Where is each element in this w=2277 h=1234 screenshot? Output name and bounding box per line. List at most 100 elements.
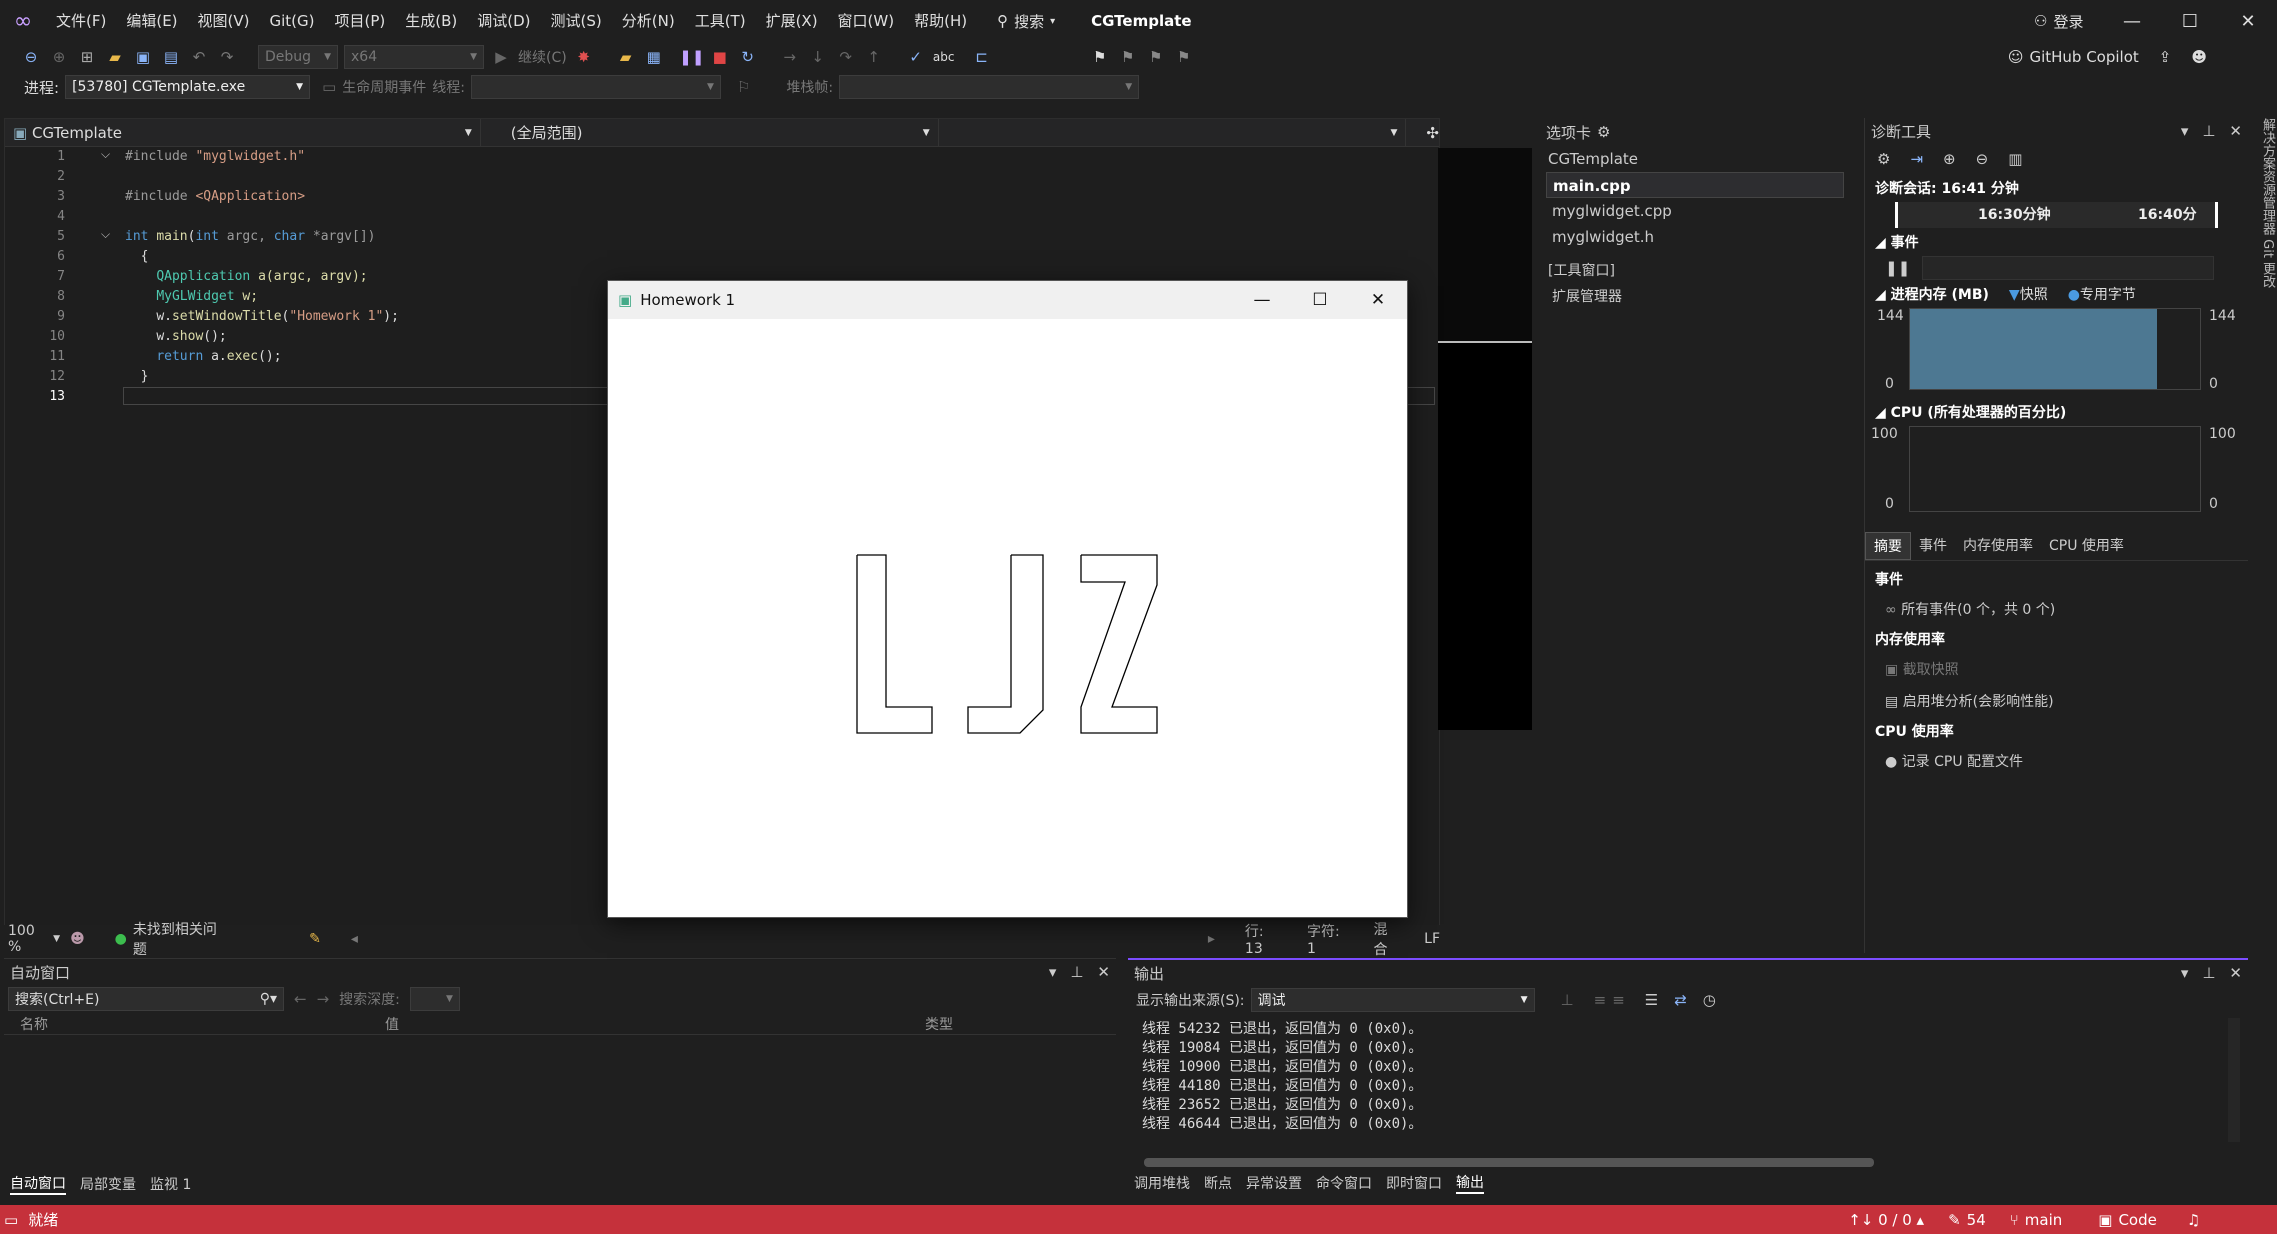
menu-view[interactable]: 视图(V) (188, 0, 260, 42)
show-next-statement-icon[interactable]: → (779, 46, 801, 68)
settings-icon[interactable]: ⚙ (1877, 150, 1890, 168)
col-name[interactable]: 名称 (20, 1014, 385, 1034)
open-folder-icon[interactable]: ▰ (104, 46, 126, 68)
back-icon[interactable]: ⊖ (20, 46, 42, 68)
tab-events[interactable]: 事件 (1911, 532, 1955, 560)
process-dropdown[interactable]: [53780] CGTemplate.exe ▼ (65, 75, 311, 99)
bookmark-icon[interactable]: ⚑ (1089, 46, 1111, 68)
feedback-icon[interactable]: ☻ (2191, 48, 2207, 66)
record-cpu-button[interactable]: ● 记录 CPU 配置文件 (1865, 745, 2248, 777)
pause-icon[interactable]: ❚❚ (1885, 259, 1910, 277)
gear-icon[interactable]: ⚙ (1597, 123, 1610, 141)
prev-message-icon[interactable]: ≡ (1594, 991, 1607, 1009)
tab-autos[interactable]: 自动窗口 (10, 1173, 66, 1195)
menu-window[interactable]: 窗口(W) (828, 0, 905, 42)
search-button[interactable]: ⚲ 搜索 ▾ (985, 11, 1067, 32)
menu-test[interactable]: 测试(S) (541, 0, 612, 42)
close-icon[interactable]: ✕ (2229, 964, 2242, 982)
tab-cpu[interactable]: CPU 使用率 (2041, 532, 2132, 560)
open-file-myglwidget-h[interactable]: myglwidget.h (1538, 224, 1852, 250)
share-icon[interactable]: ⇪ (2159, 48, 2172, 66)
spell-check-icon[interactable]: abc (933, 46, 955, 68)
hot-reload-icon[interactable]: ✸ (573, 46, 595, 68)
zoom-level[interactable]: 100 % (8, 923, 47, 955)
pin-icon[interactable]: ⊥ (1070, 963, 1083, 981)
step-out-icon[interactable]: ↑ (863, 46, 885, 68)
next-message-icon[interactable]: ≡ (1612, 991, 1625, 1009)
step-into-icon[interactable]: ↓ (807, 46, 829, 68)
fold-toggle-icon[interactable]: ⌵ (101, 227, 110, 242)
restart-icon[interactable]: ↻ (737, 46, 759, 68)
flag-icon[interactable]: ⚐ (737, 78, 750, 96)
redo-icon[interactable]: ↷ (216, 46, 238, 68)
copilot-small-icon[interactable]: ☻ (70, 931, 85, 947)
tab-summary[interactable]: 摘要 (1865, 532, 1911, 560)
folder-icon[interactable]: ▰ (615, 46, 637, 68)
timestamp-icon[interactable]: ◷ (1703, 991, 1716, 1009)
close-icon[interactable]: ✕ (2229, 122, 2242, 140)
project-node[interactable]: CGTemplate (1538, 146, 1852, 172)
homework-app-window[interactable]: ▣ Homework 1 — ☐ ✕ (607, 280, 1408, 918)
chevron-left-icon[interactable]: ◂ (351, 931, 358, 947)
side-tool-strip[interactable]: 解决方案资源管理器 Git 更改 (2252, 118, 2277, 318)
split-editor-icon[interactable]: ✣ (1426, 124, 1439, 142)
layout-icon[interactable]: ▦ (643, 46, 665, 68)
global-scope-dropdown[interactable]: (全局范围) ▼ (481, 118, 939, 147)
qt-title-bar[interactable]: ▣ Homework 1 — ☐ ✕ (608, 281, 1407, 319)
take-snapshot-button[interactable]: ▣ 截取快照 (1865, 653, 2248, 685)
output-source-dropdown[interactable]: 调试 ▼ (1250, 988, 1535, 1012)
menu-tools[interactable]: 工具(T) (685, 0, 756, 42)
menu-help[interactable]: 帮助(H) (904, 0, 977, 42)
col-type[interactable]: 类型 (925, 1014, 953, 1034)
opengl-canvas[interactable] (608, 319, 1407, 917)
code-minimap[interactable] (1438, 148, 1532, 730)
find-icon[interactable]: ⊥ (1561, 991, 1574, 1009)
chevron-right-icon[interactable]: ▸ (1208, 931, 1215, 947)
pin-icon[interactable]: ⊥ (2202, 122, 2215, 140)
menu-extensions[interactable]: 扩展(X) (756, 0, 828, 42)
all-events-link[interactable]: ∞ 所有事件(0 个，共 0 个) (1865, 593, 2248, 625)
menu-git[interactable]: Git(G) (260, 0, 325, 42)
zoom-in-icon[interactable]: ⊕ (1943, 150, 1956, 168)
menu-edit[interactable]: 编辑(E) (116, 0, 187, 42)
close-icon[interactable]: ✕ (1097, 963, 1110, 981)
horizontal-scrollbar[interactable] (1144, 1158, 1874, 1167)
code-area[interactable]: #include "myglwidget.h" #include <QAppli… (125, 147, 399, 407)
debug-tools-icon[interactable]: ✓ (905, 46, 927, 68)
bookmark-clear-icon[interactable]: ⚑ (1173, 46, 1195, 68)
menu-debug[interactable]: 调试(D) (467, 0, 540, 42)
git-sync-status[interactable]: ↑↓ 0 / 0 ▴ (1848, 1211, 1924, 1229)
step-over-icon[interactable]: ↷ (835, 46, 857, 68)
menu-file[interactable]: 文件(F) (46, 0, 116, 42)
output-text[interactable]: 线程 54232 已退出，返回值为 0 (0x0)。 线程 19084 已退出，… (1128, 1020, 2248, 1134)
thread-dropdown[interactable]: ▼ (470, 75, 721, 99)
save-all-icon[interactable]: ▤ (160, 46, 182, 68)
play-icon[interactable]: ▶ (490, 46, 512, 68)
open-file-main-cpp[interactable]: main.cpp (1546, 172, 1844, 198)
heap-profiling-button[interactable]: ▤ 启用堆分析(会影响性能) (1865, 685, 2248, 717)
cursor-char[interactable]: 字符: 1 (1307, 921, 1348, 957)
col-value[interactable]: 值 (385, 1014, 925, 1034)
minimize-button[interactable]: — (2103, 0, 2161, 42)
qt-minimize-button[interactable]: — (1233, 281, 1291, 319)
tab-breakpoints[interactable]: 断点 (1204, 1173, 1232, 1193)
bell-icon[interactable]: ♫ (2187, 1211, 2200, 1229)
config-dropdown[interactable]: Debug ▼ (258, 45, 338, 69)
maximize-button[interactable]: ☐ (2161, 0, 2219, 42)
whitespace-mode[interactable]: 混合 (1374, 919, 1399, 959)
repo-name[interactable]: Code (2118, 1211, 2156, 1229)
tab-output[interactable]: 输出 (1456, 1172, 1484, 1194)
qt-maximize-button[interactable]: ☐ (1291, 281, 1349, 319)
lifecycle-events[interactable]: 生命周期事件 (342, 77, 426, 97)
bookmark-next-icon[interactable]: ⚑ (1145, 46, 1167, 68)
line-ending[interactable]: LF (1424, 931, 1440, 947)
pin-icon[interactable]: ⊥ (2202, 964, 2215, 982)
member-dropdown[interactable]: ▼ (939, 118, 1407, 147)
tab-watch[interactable]: 监视 1 (150, 1174, 191, 1194)
clear-all-icon[interactable]: ☰ (1645, 991, 1658, 1009)
dropdown-icon[interactable]: ▾ (2181, 964, 2189, 982)
breakpoint-icon[interactable]: ⊏ (971, 46, 993, 68)
arrow-right-icon[interactable]: → (317, 990, 330, 1008)
new-item-icon[interactable]: ⊞ (76, 46, 98, 68)
tab-command-window[interactable]: 命令窗口 (1316, 1173, 1372, 1193)
